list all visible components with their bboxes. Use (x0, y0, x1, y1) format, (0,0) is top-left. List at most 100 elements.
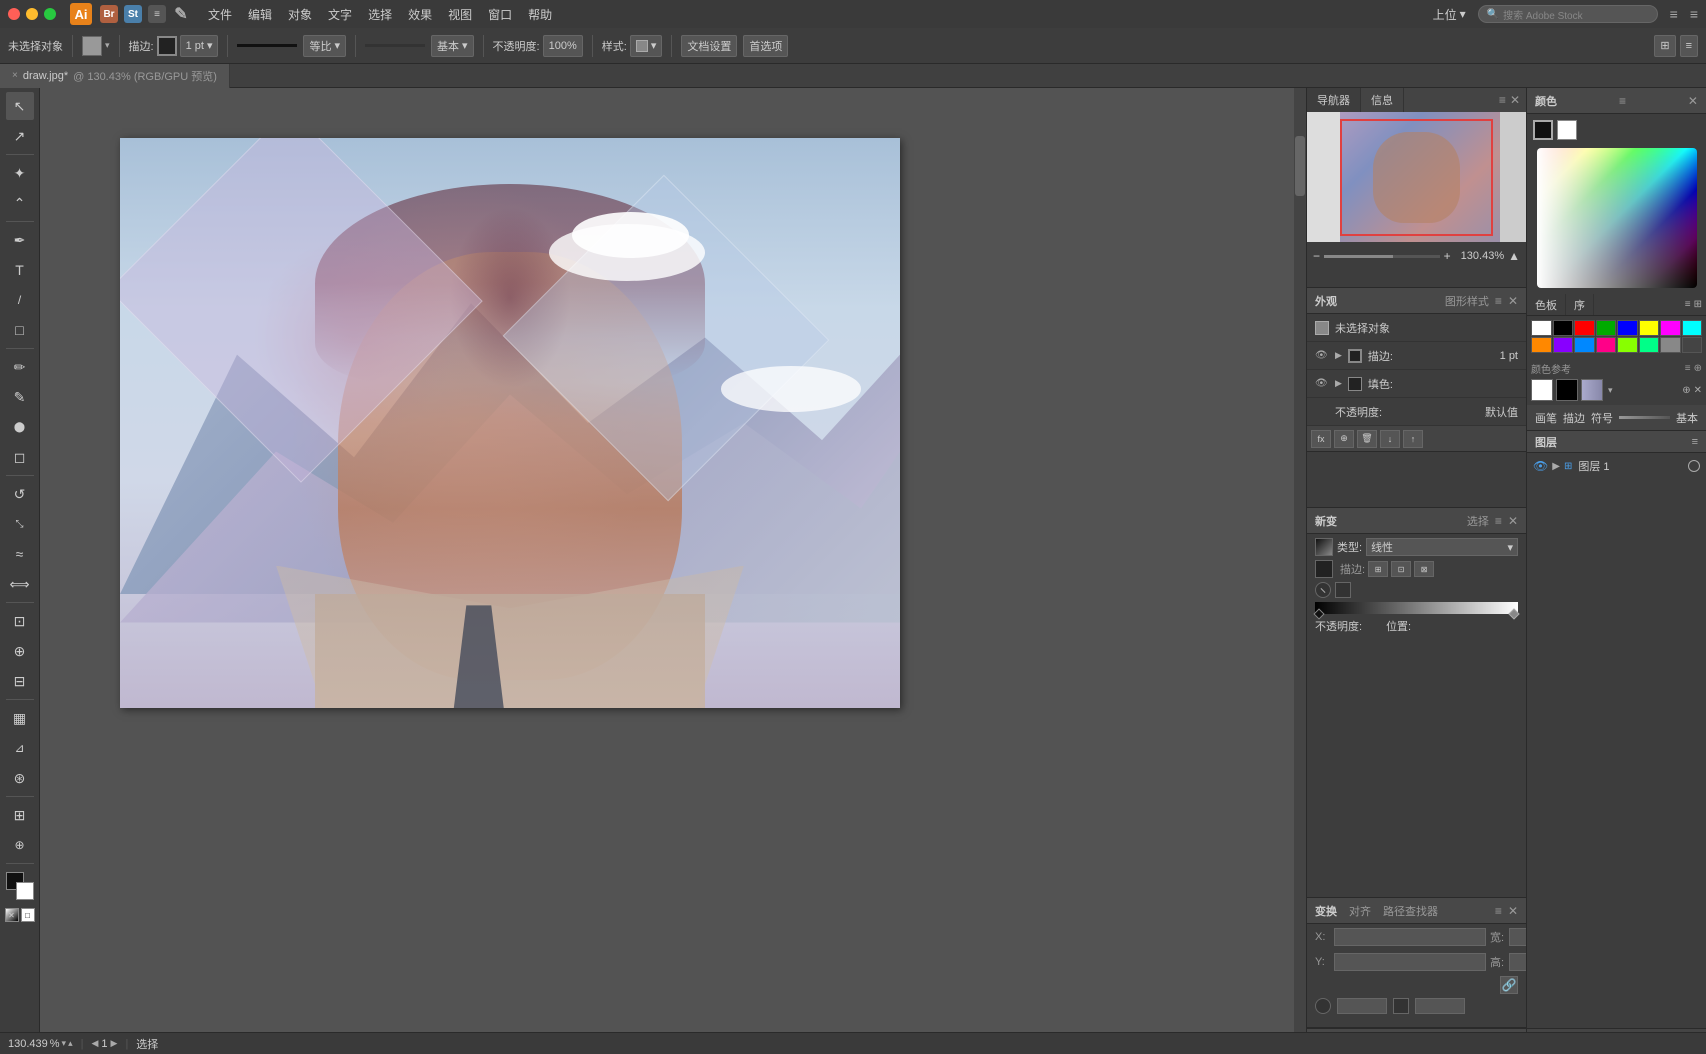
stroke-swatch-row[interactable] (1348, 349, 1362, 363)
bridge-icon[interactable]: Br (100, 5, 118, 23)
swatch-lime[interactable] (1617, 337, 1638, 353)
style-dropdown[interactable]: ▾ (630, 35, 663, 57)
bg-color-swatch[interactable] (1557, 120, 1577, 140)
zoom-fit-btn[interactable]: ▲ (1508, 249, 1520, 263)
vertical-scrollbar[interactable] (1294, 88, 1306, 1042)
layer-row-1[interactable]: 👁 ▶ ⊞ 图层 1 (1527, 453, 1706, 479)
stock-icon[interactable]: St (124, 5, 142, 23)
lasso-tool[interactable]: ⌃ (6, 189, 34, 217)
layer-expand-arrow[interactable]: ▶ (1552, 461, 1560, 472)
align-link[interactable]: 对齐 (1349, 903, 1371, 919)
stroke-btn-2[interactable]: ⊡ (1391, 561, 1411, 577)
pen-tool-icon[interactable]: ✎ (172, 5, 190, 23)
eraser-tool[interactable]: ◻ (6, 443, 34, 471)
y-input[interactable] (1334, 953, 1486, 971)
opacity-value[interactable]: 100% (543, 35, 583, 57)
menu-edit[interactable]: 编辑 (248, 6, 272, 23)
line-tool[interactable]: / (6, 286, 34, 314)
transform-close[interactable]: ✕ (1508, 904, 1518, 918)
menu-effect[interactable]: 效果 (408, 6, 432, 23)
color-ref-menu[interactable]: ≡ (1685, 363, 1691, 374)
tab-close-btn[interactable]: × (12, 70, 18, 81)
panel-icon-2[interactable]: ≡ (1690, 6, 1698, 22)
close-button[interactable] (8, 8, 20, 20)
ref-swatch-1[interactable] (1531, 379, 1553, 401)
width-tool[interactable]: ⟺ (6, 570, 34, 598)
gradient-tool-btn[interactable]: ▦ (6, 704, 34, 732)
swatch-purple[interactable] (1553, 337, 1574, 353)
workflow-icon[interactable]: ≡ (148, 5, 166, 23)
menu-select[interactable]: 选择 (368, 6, 392, 23)
background-color[interactable] (16, 882, 34, 900)
none-fill-btn[interactable]: ✕ (5, 908, 19, 922)
panel-icon-1[interactable]: ≡ (1670, 6, 1678, 22)
color-panel-close[interactable]: ✕ (1688, 94, 1698, 108)
opacity-row[interactable]: 👁 不透明度: 默认值 (1307, 398, 1526, 426)
move-down[interactable]: ↓ (1380, 430, 1400, 448)
direct-selection-tool[interactable]: ↗ (6, 122, 34, 150)
sequence-tab[interactable]: 序 (1566, 294, 1594, 315)
swatch-orange[interactable] (1531, 337, 1552, 353)
fill-row[interactable]: 👁 ▶ 填色: (1307, 370, 1526, 398)
x-input[interactable] (1334, 928, 1486, 946)
gradient-fill-swatch[interactable] (1315, 560, 1333, 578)
ref-swatch-3[interactable] (1581, 379, 1603, 401)
zoom-slider[interactable] (1324, 255, 1440, 258)
swatch-teal[interactable] (1639, 337, 1660, 353)
navigator-tab[interactable]: 导航器 (1307, 88, 1361, 112)
stroke-value[interactable]: 1 pt ▾ (180, 35, 219, 57)
layers-menu[interactable]: ≡ (1692, 436, 1698, 448)
prev-page[interactable]: ◀ (91, 1038, 98, 1049)
eyedropper-tool[interactable]: ⊿ (6, 734, 34, 762)
swatch-black[interactable] (1553, 320, 1574, 336)
panel-toggle-btn[interactable]: ≡ (1680, 35, 1698, 57)
shear-input[interactable] (1415, 998, 1465, 1014)
color-ref-add[interactable]: ⊕ (1682, 385, 1690, 396)
appearance-menu[interactable]: ≡ (1495, 294, 1502, 308)
swatch-gray[interactable] (1660, 337, 1681, 353)
clear-appearance[interactable]: 🗑 (1357, 430, 1377, 448)
rotation-control[interactable] (1315, 998, 1331, 1014)
graphic-styles-link[interactable]: 图形样式 (1445, 293, 1489, 309)
zoom-in-btn[interactable]: + (1444, 249, 1451, 263)
layer-visibility-eye[interactable]: 👁 (1533, 459, 1548, 473)
move-up[interactable]: ↑ (1403, 430, 1423, 448)
shear-control[interactable] (1393, 998, 1409, 1014)
swatches-tab[interactable]: 色板 (1527, 294, 1566, 315)
menu-file[interactable]: 文件 (208, 6, 232, 23)
pen-tool[interactable]: ✒ (6, 226, 34, 254)
minimize-button[interactable] (26, 8, 38, 20)
swatch-dark-gray[interactable] (1682, 337, 1703, 353)
swatch-magenta[interactable] (1660, 320, 1681, 336)
color-wheel[interactable] (1537, 148, 1697, 288)
white-fill-btn[interactable]: □ (21, 908, 35, 922)
color-ref-dropdown[interactable]: ▾ (1608, 385, 1613, 396)
symbol-tab[interactable]: 符号 (1591, 410, 1613, 426)
fill-swatch[interactable]: ▾ (82, 36, 110, 56)
gradient-angle-control[interactable] (1315, 582, 1331, 598)
selection-tool[interactable]: ↖ (6, 92, 34, 120)
next-page[interactable]: ▶ (111, 1038, 118, 1049)
artwork-canvas[interactable] (120, 138, 900, 708)
pathfinder-link[interactable]: 路径查找器 (1383, 903, 1438, 919)
vscroll-thumb[interactable] (1295, 136, 1305, 196)
color-ref-remove[interactable]: ✕ (1694, 385, 1702, 396)
swatch-pink[interactable] (1596, 337, 1617, 353)
menu-view[interactable]: 视图 (448, 6, 472, 23)
arrange-dropdown[interactable]: 上位 ▾ (1433, 6, 1466, 23)
info-tab[interactable]: 信息 (1361, 88, 1404, 112)
gradient-aspect-control[interactable] (1335, 582, 1351, 598)
artboard-tool[interactable]: ⊞ (6, 801, 34, 829)
ref-swatch-2[interactable] (1556, 379, 1578, 401)
magic-wand-tool[interactable]: ✦ (6, 159, 34, 187)
add-new-stroke[interactable]: fx (1311, 430, 1331, 448)
pencil-tool[interactable]: ✎ (6, 383, 34, 411)
free-transform-tool[interactable]: ⊡ (6, 607, 34, 635)
swatches-grid-btn[interactable]: ⊞ (1694, 299, 1702, 310)
menu-help[interactable]: 帮助 (528, 6, 552, 23)
gradient-bar[interactable] (1315, 602, 1518, 614)
swatch-light-blue[interactable] (1574, 337, 1595, 353)
zoom-out-btn[interactable]: − (1313, 249, 1320, 263)
zoom-decrement[interactable]: ▾ (62, 1038, 67, 1049)
blob-brush-tool[interactable]: ⬤ (6, 413, 34, 441)
